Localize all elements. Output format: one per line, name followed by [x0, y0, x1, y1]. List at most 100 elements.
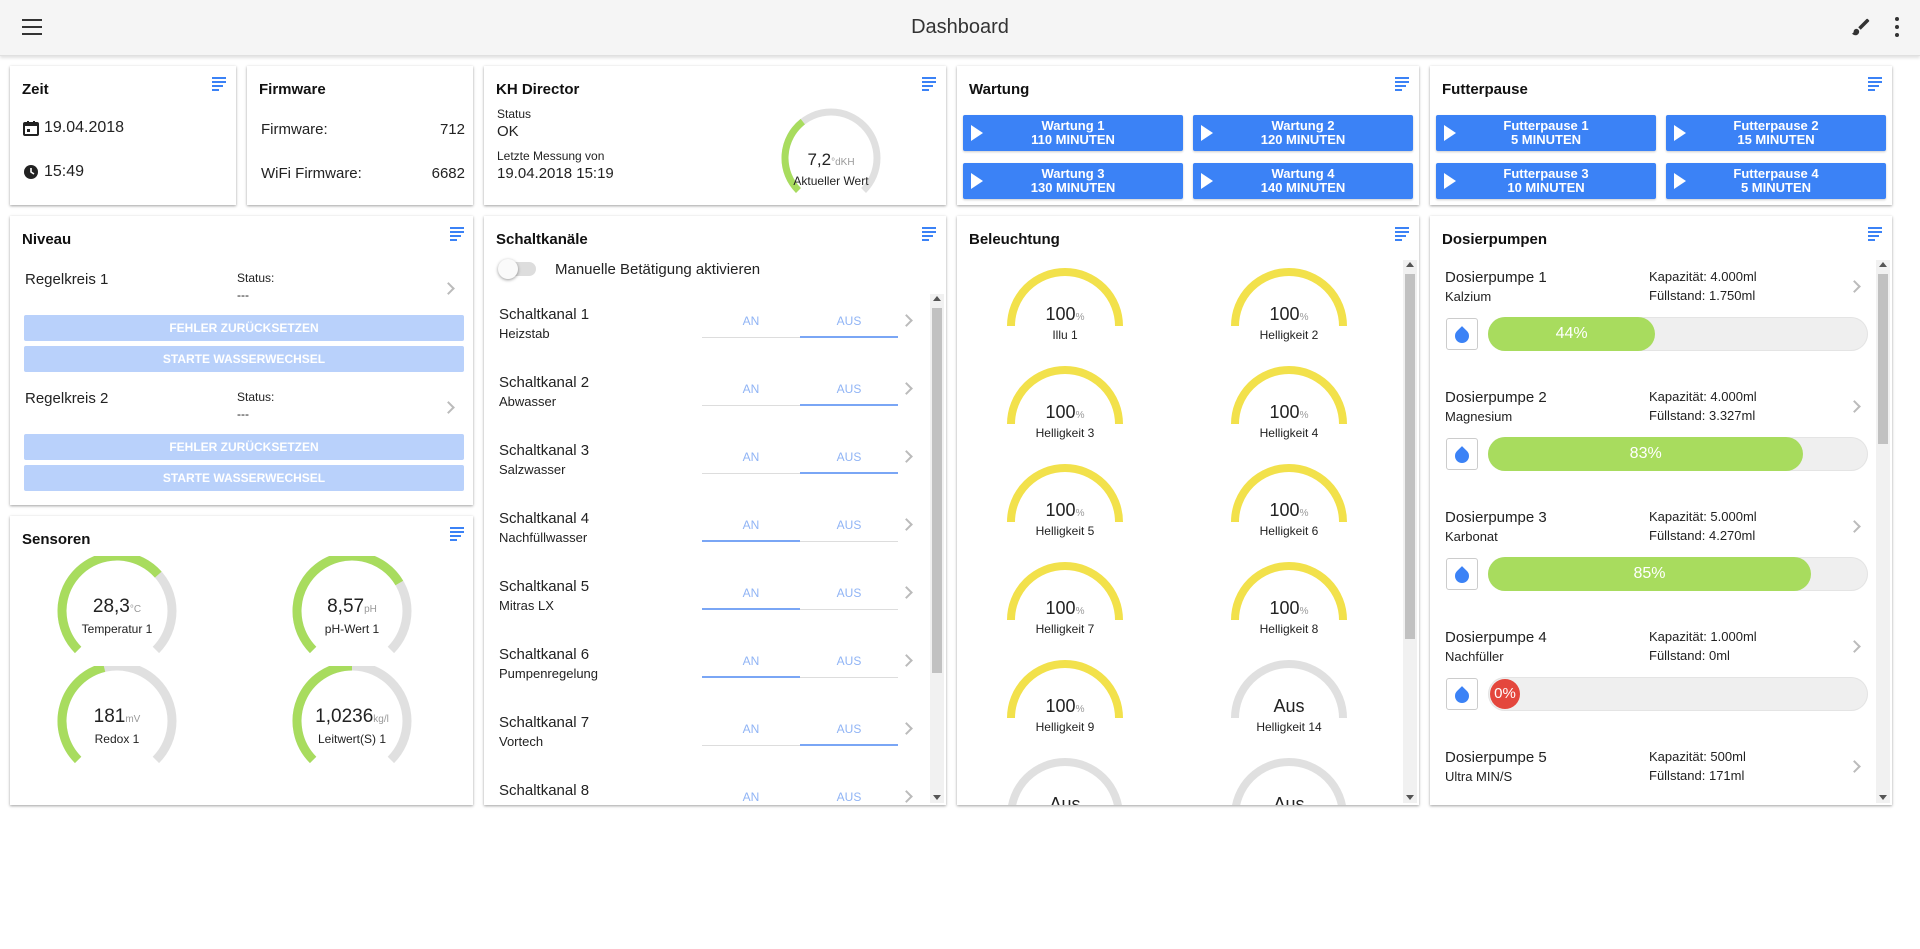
card-menu-icon[interactable] — [1868, 227, 1882, 241]
card-wartung: Wartung Wartung 1 110 MINUTEN Wartung 2 12… — [957, 66, 1419, 205]
regelkreis-1-chevron-icon[interactable] — [442, 282, 455, 295]
card-menu-icon[interactable] — [212, 77, 226, 91]
app-bar: Dashboard — [0, 0, 1920, 56]
card-dosierpumpen: Dosierpumpen Dosierpumpe 1 Kalzium Kapazit… — [1430, 216, 1892, 805]
light-value: Aus — [1229, 696, 1349, 717]
pump-dose-button[interactable] — [1446, 438, 1478, 470]
channel-on-button[interactable]: AN — [702, 450, 800, 464]
status-value: OK — [497, 123, 519, 140]
pump-chevron-icon[interactable] — [1848, 520, 1861, 533]
scroll-up-icon[interactable] — [1879, 262, 1887, 267]
card-menu-icon[interactable] — [450, 527, 464, 541]
channel-off-button[interactable]: AUS — [800, 790, 898, 804]
light-unit: % — [1299, 410, 1309, 421]
pump-dose-button[interactable] — [1446, 678, 1478, 710]
channel-on-button[interactable]: AN — [702, 722, 800, 736]
channel-sub: Heizstab — [499, 326, 550, 341]
channel-scroll-thumb[interactable] — [932, 308, 942, 673]
card-title: Dosierpumpen — [1442, 231, 1548, 248]
card-menu-icon[interactable] — [922, 77, 936, 91]
pump-sub: Kalzium — [1445, 289, 1492, 304]
channel-on-button[interactable]: AN — [702, 654, 800, 668]
light-label: Illu 1 — [1052, 328, 1078, 342]
light-label: Helligkeit 6 — [1259, 524, 1319, 538]
scroll-down-icon[interactable] — [1879, 795, 1887, 800]
pump-name: Dosierpumpe 4 — [1445, 629, 1547, 646]
channel-chevron-icon[interactable] — [900, 586, 913, 599]
wartung-4-button[interactable]: Wartung 4 140 MINUTEN — [1193, 163, 1413, 199]
channel-on-button[interactable]: AN — [702, 314, 800, 328]
futterpause-2-button[interactable]: Futterpause 2 15 MINUTEN — [1666, 115, 1886, 151]
more-vert-icon[interactable] — [1893, 16, 1901, 38]
futterpause-3-button[interactable]: Futterpause 3 10 MINUTEN — [1436, 163, 1656, 199]
scroll-down-icon[interactable] — [933, 795, 941, 800]
channel-chevron-icon[interactable] — [900, 654, 913, 667]
light-unit: % — [1299, 606, 1309, 617]
channel-on-button[interactable]: AN — [702, 790, 800, 804]
card-menu-icon[interactable] — [1395, 227, 1409, 241]
fehler-zuruecksetzen-2-button[interactable]: FEHLER ZURÜCKSETZEN — [24, 434, 464, 460]
light-value: 100% — [1229, 500, 1349, 521]
channel-off-button[interactable]: AUS — [800, 586, 898, 600]
sensor-value-number: 181 — [93, 706, 126, 727]
regelkreis-1-status-label: Status: — [237, 271, 275, 285]
card-menu-icon[interactable] — [1868, 77, 1882, 91]
light-scroll-thumb[interactable] — [1405, 274, 1415, 639]
light-label: Helligkeit 2 — [1259, 328, 1319, 342]
pump-chevron-icon[interactable] — [1848, 400, 1861, 413]
paintbrush-icon[interactable] — [1850, 16, 1872, 38]
channel-sub: Pumpenregelung — [499, 666, 599, 681]
card-menu-icon[interactable] — [1395, 77, 1409, 91]
channel-off-button[interactable]: AUS — [800, 314, 898, 328]
channel-chevron-icon[interactable] — [900, 518, 913, 531]
starte-wasserwechsel-1-button[interactable]: STARTE WASSERWECHSEL — [24, 346, 464, 372]
channel-chevron-icon[interactable] — [900, 790, 913, 803]
channel-active-indicator — [702, 608, 800, 610]
pump-level-bar: 0% — [1488, 677, 1868, 711]
pump-chevron-icon[interactable] — [1848, 280, 1861, 293]
scroll-up-icon[interactable] — [933, 296, 941, 301]
channel-off-button[interactable]: AUS — [800, 518, 898, 532]
channel-off-button[interactable]: AUS — [800, 722, 898, 736]
regelkreis-1-status-value: --- — [237, 288, 249, 302]
card-title: Beleuchtung — [969, 231, 1060, 248]
wartung-2-button[interactable]: Wartung 2 120 MINUTEN — [1193, 115, 1413, 151]
light-value-number: 100 — [1269, 304, 1300, 324]
channel-name: Schaltkanal 5 — [499, 578, 590, 595]
starte-wasserwechsel-2-button[interactable]: STARTE WASSERWECHSEL — [24, 465, 464, 491]
pump-capacity: Kapazität: 500ml — [1649, 749, 1746, 764]
pump-dose-button[interactable] — [1446, 318, 1478, 350]
card-title: Wartung — [969, 81, 1030, 98]
channel-on-button[interactable]: AN — [702, 586, 800, 600]
scroll-down-icon[interactable] — [1406, 795, 1414, 800]
channel-chevron-icon[interactable] — [900, 314, 913, 327]
pump-chevron-icon[interactable] — [1848, 760, 1861, 773]
pump-scroll-thumb[interactable] — [1878, 274, 1888, 444]
channel-off-button[interactable]: AUS — [800, 382, 898, 396]
card-menu-icon[interactable] — [450, 227, 464, 241]
channel-on-button[interactable]: AN — [702, 518, 800, 532]
channel-on-button[interactable]: AN — [702, 382, 800, 396]
channel-chevron-icon[interactable] — [900, 382, 913, 395]
channel-off-button[interactable]: AUS — [800, 654, 898, 668]
sensor-label: Temperatur 1 — [81, 622, 153, 636]
channel-off-button[interactable]: AUS — [800, 450, 898, 464]
channel-chevron-icon[interactable] — [900, 450, 913, 463]
channel-sub: Vortech — [499, 734, 544, 749]
wartung-3-button[interactable]: Wartung 3 130 MINUTEN — [963, 163, 1183, 199]
manual-operation-toggle[interactable] — [498, 259, 536, 279]
pump-chevron-icon[interactable] — [1848, 640, 1861, 653]
futterpause-1-button[interactable]: Futterpause 15 MINUTEN — [1436, 115, 1656, 151]
light-label: Helligkeit 4 — [1259, 426, 1319, 440]
card-zeit: Zeit 19.04.2018 15:49 — [10, 66, 236, 205]
card-menu-icon[interactable] — [922, 227, 936, 241]
channel-chevron-icon[interactable] — [900, 722, 913, 735]
wartung-1-button[interactable]: Wartung 1 110 MINUTEN — [963, 115, 1183, 151]
sensor-label: Redox 1 — [94, 732, 140, 746]
pump-dose-button[interactable] — [1446, 558, 1478, 590]
fehler-zuruecksetzen-1-button[interactable]: FEHLER ZURÜCKSETZEN — [24, 315, 464, 341]
regelkreis-2-chevron-icon[interactable] — [442, 401, 455, 414]
light-value-number: Aus — [1273, 794, 1305, 805]
futterpause-4-button[interactable]: Futterpause 45 MINUTEN — [1666, 163, 1886, 199]
scroll-up-icon[interactable] — [1406, 262, 1414, 267]
